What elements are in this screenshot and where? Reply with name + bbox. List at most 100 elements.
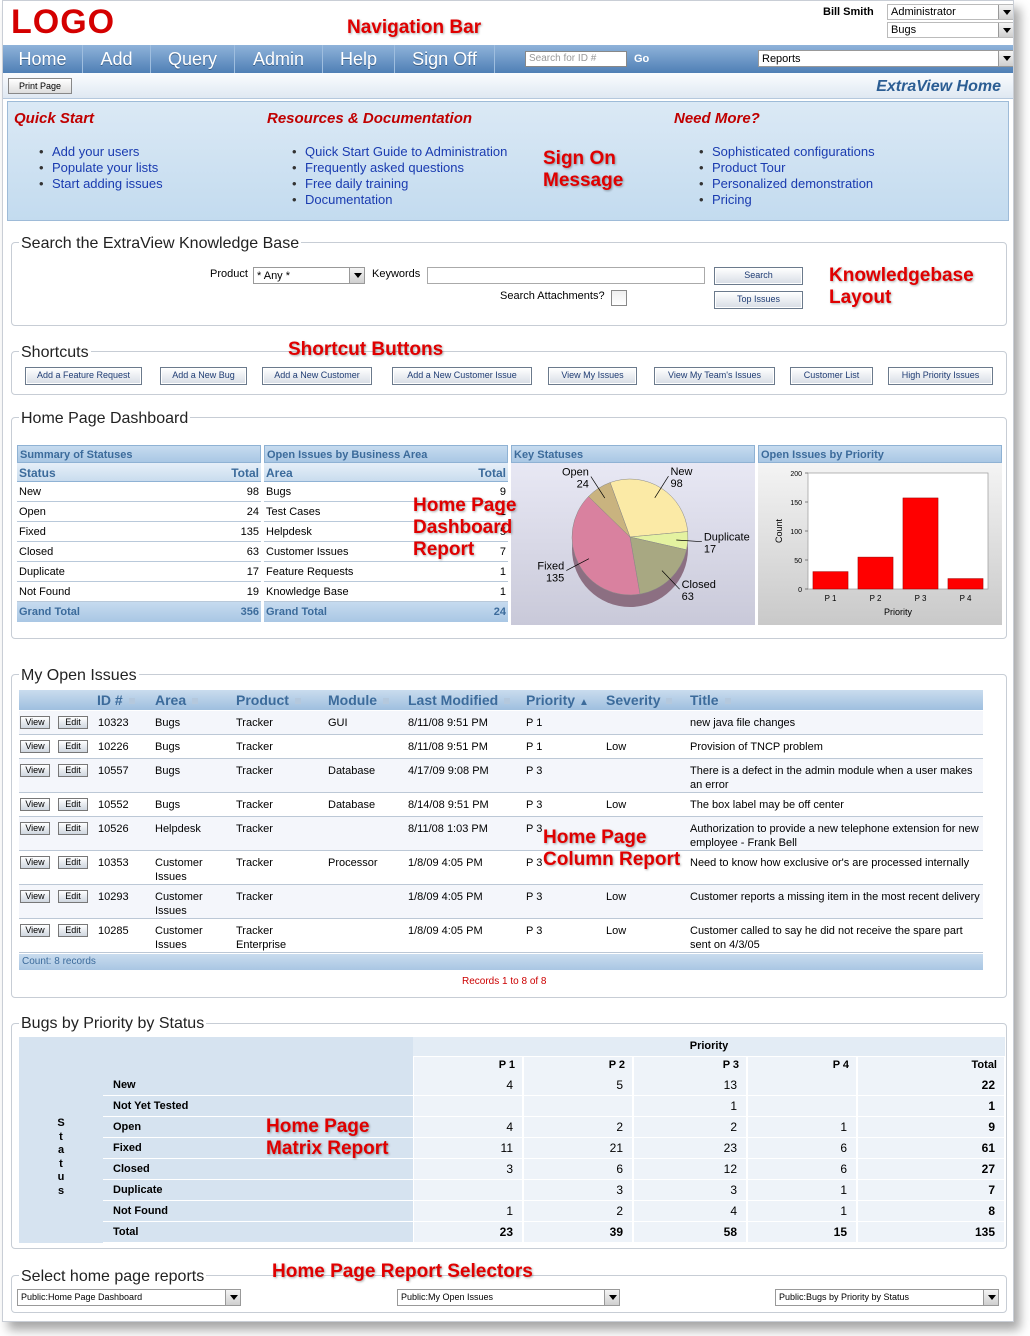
project-select[interactable]: Bugs <box>887 22 1013 38</box>
quick-start-list: Add your users Populate your lists Start… <box>39 144 163 192</box>
go-button[interactable]: Go <box>634 53 649 65</box>
column-header-severity[interactable]: Severity <box>606 692 673 708</box>
matrix-cell: 9 <box>988 1120 995 1134</box>
column-header-area[interactable]: Area <box>155 692 199 708</box>
quick-start-link[interactable]: Populate your lists <box>39 160 163 176</box>
view-my-teams-issues-button[interactable]: View My Team's Issues <box>654 367 775 385</box>
search-id-input[interactable]: Search for ID # <box>525 51 627 67</box>
high-priority-issues-button[interactable]: High Priority Issues <box>888 367 993 385</box>
matrix-cell: 27 <box>981 1162 995 1176</box>
print-page-button[interactable]: Print Page <box>8 78 72 94</box>
edit-button[interactable]: Edit <box>58 798 88 811</box>
matrix-cell: 1 <box>840 1204 847 1218</box>
column-header-title[interactable]: Title <box>690 692 731 708</box>
column-header-label: Area <box>155 692 187 708</box>
matrix-cell: 3 <box>730 1183 737 1197</box>
nav-help[interactable]: Help <box>323 45 395 73</box>
issues-table-header: ID # Area Product Module Last Modified P… <box>19 690 983 710</box>
matrix-row-label: New <box>113 1079 136 1091</box>
quick-start-link[interactable]: Add your users <box>39 144 163 160</box>
edit-button[interactable]: Edit <box>58 764 88 777</box>
quick-start-link[interactable]: Start adding issues <box>39 176 163 192</box>
need-more-link[interactable]: Personalized demonstration <box>699 176 875 192</box>
view-button[interactable]: View <box>20 856 50 869</box>
edit-button[interactable]: Edit <box>58 856 88 869</box>
y-axis-label: Count <box>774 519 784 544</box>
column-header-label: Module <box>328 692 377 708</box>
annotation-navigation-bar: Navigation Bar <box>347 17 482 38</box>
resources-link[interactable]: Free daily training <box>292 176 507 192</box>
dashboard-report-select[interactable]: Public:Home Page Dashboard <box>17 1289 241 1306</box>
matrix-cell: 2 <box>730 1120 737 1134</box>
sort-icon <box>128 698 135 705</box>
cell-id: 10226 <box>98 741 129 753</box>
view-my-issues-button[interactable]: View My Issues <box>548 367 637 385</box>
select-value: Public:Home Page Dashboard <box>21 1292 143 1302</box>
pie-label-value: 63 <box>682 591 694 603</box>
row-label: Customer Issues <box>266 546 349 558</box>
column-header-module[interactable]: Module <box>328 692 389 708</box>
keywords-input[interactable] <box>427 267 705 284</box>
top-issues-button[interactable]: Top Issues <box>714 291 803 309</box>
role-select[interactable]: Administrator <box>887 4 1013 20</box>
table-row: View Edit 10353 Customer Issues Tracker Proce… <box>19 851 983 885</box>
status-label-letter: t <box>59 1157 63 1170</box>
need-more-link[interactable]: Sophisticated configurations <box>699 144 875 160</box>
resources-link[interactable]: Documentation <box>292 192 507 208</box>
resources-title: Resources & Documentation <box>267 110 473 127</box>
status-label-letter: S <box>57 1117 65 1129</box>
nav-query[interactable]: Query <box>151 45 235 73</box>
chevron-down-icon <box>998 51 1013 66</box>
add-new-customer-issue-button[interactable]: Add a New Customer Issue <box>392 367 532 385</box>
resources-link[interactable]: Quick Start Guide to Administration <box>292 144 507 160</box>
matrix-cell: 11 <box>500 1141 513 1155</box>
add-new-customer-button[interactable]: Add a New Customer <box>262 367 372 385</box>
view-button[interactable]: View <box>20 716 50 729</box>
column-header-last-modified[interactable]: Last Modified <box>408 692 511 708</box>
view-button[interactable]: View <box>20 740 50 753</box>
cell-modified: 4/17/09 9:08 PM <box>408 765 489 777</box>
grand-total-label: Grand Total <box>266 606 327 618</box>
need-more-link[interactable]: Product Tour <box>699 160 875 176</box>
view-button[interactable]: View <box>20 822 50 835</box>
select-value: Public:Bugs by Priority by Status <box>779 1292 910 1302</box>
logo: LOGO <box>11 3 116 41</box>
row-label: Knowledge Base <box>266 586 349 598</box>
view-button[interactable]: View <box>20 890 50 903</box>
open-issues-title: My Open Issues <box>19 667 139 685</box>
edit-button[interactable]: Edit <box>58 716 88 729</box>
view-button[interactable]: View <box>20 798 50 811</box>
resources-link[interactable]: Frequently asked questions <box>292 160 507 176</box>
column-header-priority[interactable]: Priority ▲ <box>526 692 589 708</box>
view-button[interactable]: View <box>20 764 50 777</box>
reports-select[interactable]: Reports <box>758 50 1013 67</box>
page-title: ExtraView Home <box>876 78 1001 95</box>
search-attachments-checkbox[interactable] <box>611 290 627 306</box>
column-report-select[interactable]: Public:My Open Issues <box>397 1289 620 1306</box>
edit-button[interactable]: Edit <box>58 822 88 835</box>
view-button[interactable]: View <box>20 924 50 937</box>
add-new-bug-button[interactable]: Add a New Bug <box>160 367 247 385</box>
edit-button[interactable]: Edit <box>58 740 88 753</box>
column-header-product[interactable]: Product <box>236 692 301 708</box>
matrix-report-select[interactable]: Public:Bugs by Priority by Status <box>775 1289 999 1306</box>
matrix-cell: 3 <box>616 1183 623 1197</box>
edit-button[interactable]: Edit <box>58 890 88 903</box>
pie-label-value: 135 <box>546 573 564 585</box>
edit-button[interactable]: Edit <box>58 924 88 937</box>
customer-list-button[interactable]: Customer List <box>790 367 873 385</box>
add-feature-request-button[interactable]: Add a Feature Request <box>25 367 142 385</box>
nav-sign-off[interactable]: Sign Off <box>395 45 495 73</box>
nav-add[interactable]: Add <box>83 45 151 73</box>
row-label: Open <box>19 506 46 518</box>
need-more-link[interactable]: Pricing <box>699 192 875 208</box>
column-header-id[interactable]: ID # <box>97 692 135 708</box>
nav-home[interactable]: Home <box>3 45 83 73</box>
nav-admin[interactable]: Admin <box>235 45 323 73</box>
matrix-cell-bg <box>748 1096 856 1116</box>
matrix-column-header: Total <box>971 1059 997 1071</box>
search-button[interactable]: Search <box>714 267 803 285</box>
matrix-cell: 7 <box>988 1183 995 1197</box>
bar-p3 <box>902 497 939 590</box>
product-select[interactable]: * Any * <box>253 267 365 284</box>
